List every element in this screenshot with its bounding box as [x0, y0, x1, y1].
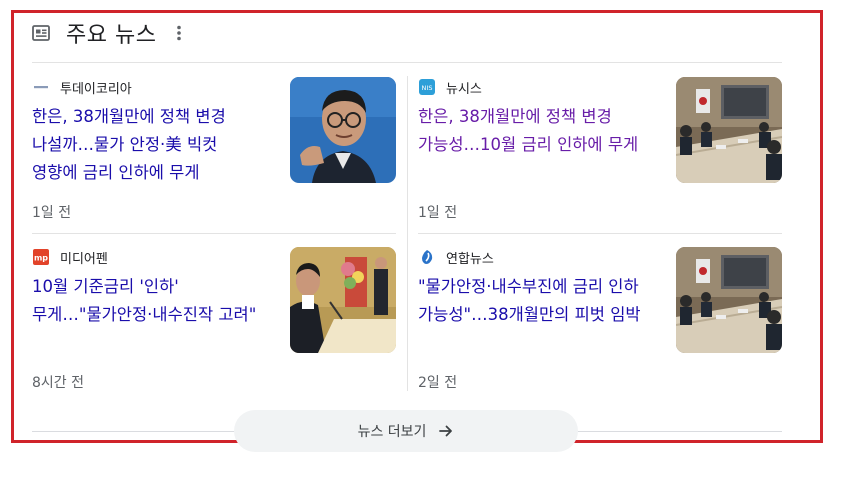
svg-text:mp: mp — [34, 254, 48, 263]
source-row: mp 미디어펜 — [32, 246, 108, 268]
timestamp: 8시간 전 — [32, 375, 84, 391]
divider — [32, 233, 396, 234]
source-row: NIS 뉴시스 — [418, 76, 482, 98]
newspaper-icon — [32, 24, 50, 42]
headline-link[interactable]: 10월 기준금리 '인하' 무게…"물가안정·내수진작 고려" — [32, 273, 264, 329]
more-vert-icon[interactable] — [174, 23, 184, 43]
news-card-mediapen[interactable]: mp 미디어펜 10월 기준금리 '인하' 무게…"물가안정·내수진작 고려" … — [32, 246, 396, 392]
timestamp: 1일 전 — [32, 205, 72, 221]
thumbnail-image[interactable] — [676, 77, 782, 183]
more-news-label: 뉴스 더보기 — [357, 424, 427, 440]
todaykorea-logo-icon — [32, 78, 50, 96]
headline-link[interactable]: 한은, 38개월만에 정책 변경 나설까…물가 안정·美 빅컷 영향에 금리 인… — [32, 103, 264, 187]
headline-link[interactable]: "물가안정·내수부진에 금리 인하 가능성"…38개월만의 피벗 임박 — [418, 273, 650, 329]
timestamp: 2일 전 — [418, 375, 458, 391]
source-name: 연합뉴스 — [446, 251, 494, 267]
divider — [32, 62, 782, 63]
newsis-logo-icon: NIS — [418, 78, 436, 96]
source-name: 뉴시스 — [446, 81, 482, 97]
news-card-newsis[interactable]: NIS 뉴시스 한은, 38개월만에 정책 변경 가능성…10월 금리 인하에 … — [418, 76, 782, 222]
source-row: 연합뉴스 — [418, 246, 494, 268]
thumbnail-image[interactable] — [676, 247, 782, 353]
svg-text:NIS: NIS — [422, 84, 433, 92]
source-name: 투데이코리아 — [60, 81, 132, 97]
thumbnail-image[interactable] — [290, 77, 396, 183]
mediapen-logo-icon: mp — [32, 248, 50, 266]
source-row: 투데이코리아 — [32, 76, 132, 98]
arrow-right-icon — [438, 423, 454, 439]
more-news-button[interactable]: 뉴스 더보기 — [234, 410, 578, 452]
timestamp: 1일 전 — [418, 205, 458, 221]
thumbnail-image[interactable] — [290, 247, 396, 353]
column-divider — [407, 76, 408, 391]
source-name: 미디어펜 — [60, 251, 108, 267]
yonhap-logo-icon — [418, 248, 436, 266]
headline-link[interactable]: 한은, 38개월만에 정책 변경 가능성…10월 금리 인하에 무게 — [418, 103, 650, 159]
news-card-yonhap[interactable]: 연합뉴스 "물가안정·내수부진에 금리 인하 가능성"…38개월만의 피벗 임박… — [418, 246, 782, 392]
page-title: 주요 뉴스 — [66, 23, 157, 48]
divider — [418, 233, 782, 234]
news-card-todaykorea[interactable]: 투데이코리아 한은, 38개월만에 정책 변경 나설까…물가 안정·美 빅컷 영… — [32, 76, 396, 222]
top-stories-header: 주요 뉴스 — [32, 16, 184, 50]
